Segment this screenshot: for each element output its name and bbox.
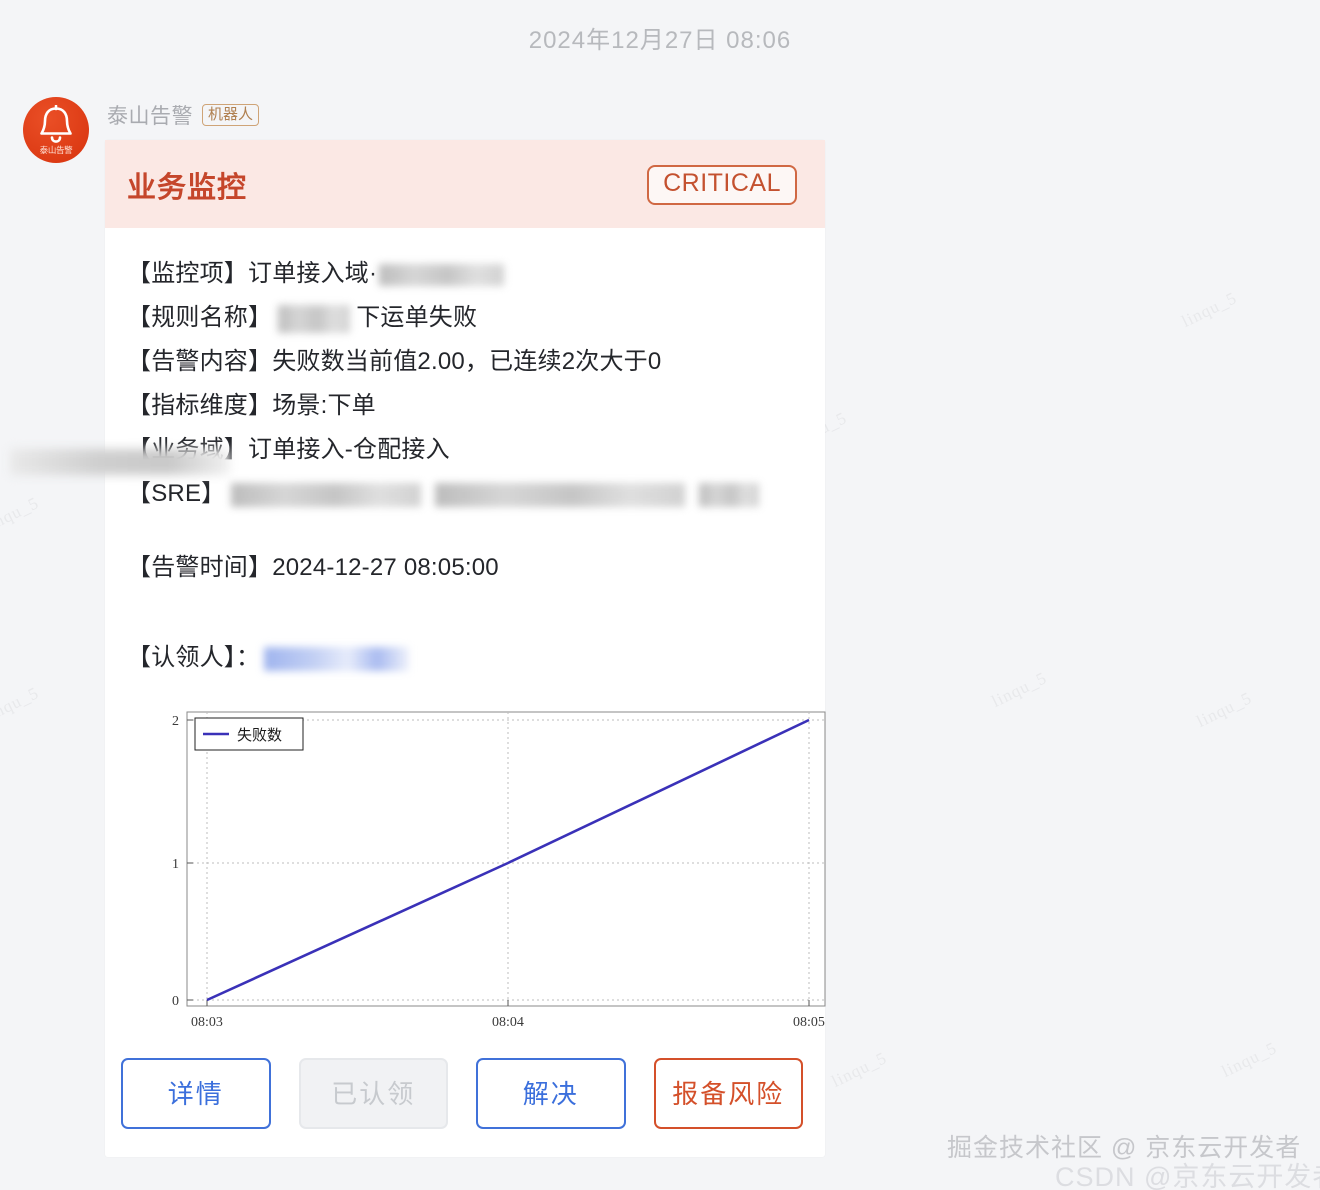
- watermark-tile: linqu_5: [1218, 1038, 1280, 1082]
- avatar-label: 泰山告警: [39, 145, 73, 155]
- field-label: 【SRE】: [127, 480, 226, 507]
- redacted-block: [435, 482, 686, 507]
- x-tick-label: 08:03: [191, 1015, 223, 1030]
- field-alert-content: 【告警内容】失败数当前值2.00，已连续2次大于0: [127, 340, 803, 384]
- field-rule-name: 【规则名称】 下运单失败: [127, 296, 803, 340]
- y-tick-label: 2: [172, 714, 179, 729]
- watermark-tile: linqu_5: [1178, 288, 1240, 332]
- x-tick-label: 08:04: [492, 1015, 524, 1030]
- bot-badge: 机器人: [202, 103, 260, 127]
- bell-icon: [40, 105, 72, 143]
- action-button-row: 详情 已认领 解决 报备风险: [105, 1036, 825, 1157]
- y-tick-label: 0: [172, 994, 179, 1009]
- sender-name: 泰山告警: [107, 105, 193, 128]
- watermark-tile: linqu_5: [0, 493, 42, 537]
- status-badge: CRITICAL: [647, 165, 797, 205]
- failure-count-chart: 2 1 0 08:03 08:04 08:05 失败数: [145, 706, 826, 1036]
- page-title: 业务监控: [127, 172, 248, 204]
- field-label: 【认领人】：: [127, 644, 261, 671]
- field-label: 【指标维度】: [127, 392, 273, 419]
- detail-button[interactable]: 详情: [121, 1058, 271, 1129]
- line-spacer: [127, 516, 803, 546]
- watermark-tile: linqu_5: [988, 668, 1050, 712]
- chart-legend: 失败数: [194, 717, 304, 751]
- watermark-tile: linqu_5: [1193, 688, 1255, 732]
- watermark-tile: linqu_5: [828, 1048, 890, 1092]
- redacted-block: [379, 263, 505, 286]
- field-label: 【告警内容】: [127, 348, 273, 375]
- alert-card-header: 业务监控 CRITICAL: [105, 140, 825, 228]
- legend-label: 失败数: [237, 727, 282, 744]
- redacted-block: [278, 304, 351, 333]
- sender-row: 泰山告警 机器人: [107, 100, 260, 130]
- avatar[interactable]: 泰山告警: [23, 97, 89, 163]
- already-claimed-button: 已认领: [298, 1058, 448, 1129]
- y-tick-label: 1: [172, 857, 179, 872]
- field-value: 失败数当前值2.00，已连续2次大于0: [272, 348, 662, 375]
- resolve-button[interactable]: 解决: [476, 1058, 626, 1129]
- field-label: 【监控项】: [127, 260, 248, 287]
- field-value: 下运单失败: [356, 304, 478, 331]
- message-timestamp: 2024年12月27日 08:06: [528, 27, 792, 54]
- redacted-block: [231, 482, 422, 507]
- x-tick-label: 08:05: [793, 1015, 825, 1030]
- alert-card-body: 【监控项】订单接入域· 【规则名称】 下运单失败 【告警内容】失败数当前值2.00…: [10, 228, 826, 1036]
- report-risk-button[interactable]: 报备风险: [653, 1058, 803, 1129]
- field-sre: 【SRE】: [127, 472, 803, 516]
- field-value: 2024-12-27 08:05:00: [272, 554, 499, 581]
- field-value: 场景:下单: [272, 392, 376, 419]
- line-spacer: [127, 590, 803, 636]
- field-value: 订单接入-仓配接入: [248, 436, 450, 463]
- alert-card: 业务监控 CRITICAL 【监控项】订单接入域· 【规则名称】 下运单失败 【告…: [10, 140, 826, 1157]
- field-label: 【告警时间】: [127, 554, 273, 581]
- field-label: 【规则名称】: [127, 304, 273, 331]
- csdn-watermark: CSDN @京东云开发者: [1055, 1162, 1320, 1190]
- field-alert-time: 【告警时间】2024-12-27 08:05:00: [127, 546, 803, 590]
- redacted-block: [10, 449, 230, 475]
- field-value: 订单接入域·: [248, 260, 378, 287]
- watermark-tile: linqu_5: [0, 683, 42, 727]
- field-claimer: 【认领人】：: [127, 636, 803, 680]
- field-metric-dimension: 【指标维度】场景:下单: [127, 384, 803, 428]
- chat-page: linqu_5 linqu_5 linqu_5 linqu_5 linqu_5 …: [0, 0, 1320, 1190]
- redacted-block: [699, 482, 760, 507]
- field-monitor-item: 【监控项】订单接入域·: [127, 252, 803, 296]
- redacted-block: [264, 646, 410, 671]
- chart-svg: 2 1 0 08:03 08:04 08:05 失败数: [172, 711, 826, 1030]
